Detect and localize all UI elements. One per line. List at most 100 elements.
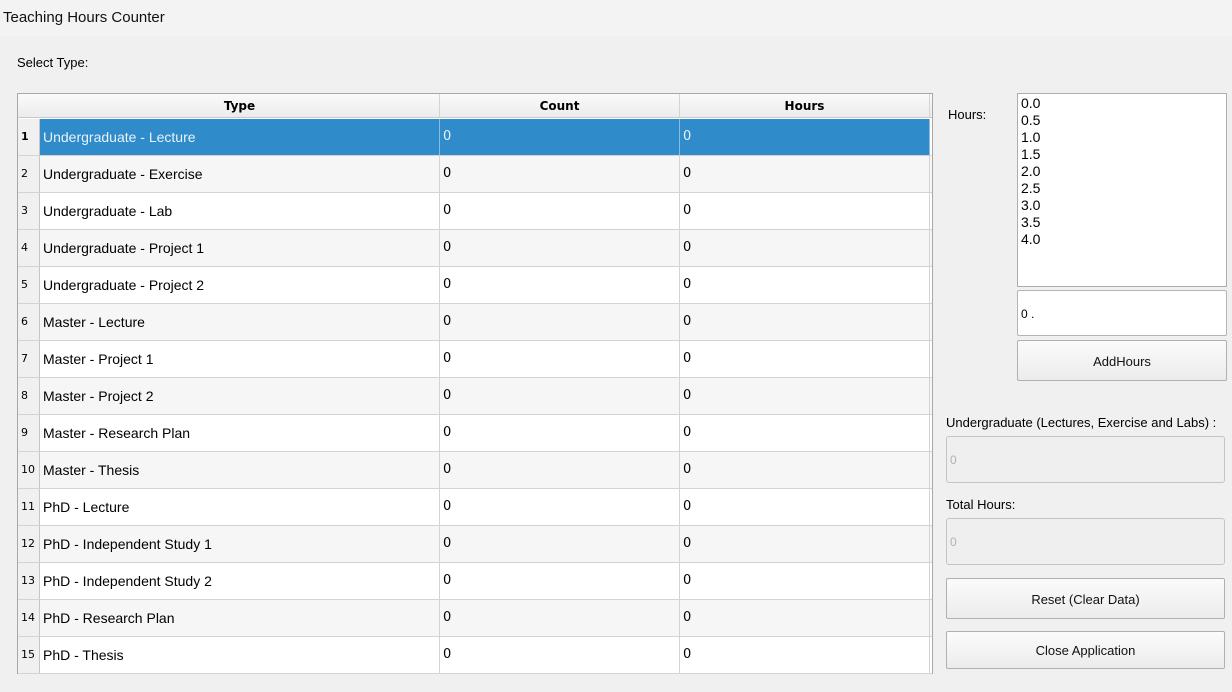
cell-type[interactable]: PhD - Independent Study 1	[40, 526, 440, 562]
cell-count[interactable]: 0	[440, 526, 680, 562]
row-number: 3	[18, 193, 40, 229]
table-row[interactable]: 8Master - Project 200	[18, 378, 932, 415]
cell-hours[interactable]: 0	[680, 600, 930, 636]
reset-button[interactable]: Reset (Clear Data)	[946, 578, 1225, 619]
cell-hours[interactable]: 0	[680, 230, 930, 266]
cell-type[interactable]: PhD - Lecture	[40, 489, 440, 525]
cell-count[interactable]: 0	[440, 415, 680, 451]
cell-hours[interactable]: 0	[680, 526, 930, 562]
cell-type[interactable]: Undergraduate - Project 2	[40, 267, 440, 303]
cell-hours[interactable]: 0	[680, 637, 930, 673]
column-header-type[interactable]: Type	[40, 94, 440, 118]
row-number: 1	[18, 119, 40, 155]
cell-hours[interactable]: 0	[680, 452, 930, 488]
cell-hours[interactable]: 0	[680, 156, 930, 192]
add-hours-button[interactable]: AddHours	[1017, 340, 1227, 381]
cell-count[interactable]: 0	[440, 637, 680, 673]
row-number: 6	[18, 304, 40, 340]
row-number: 8	[18, 378, 40, 414]
select-type-label: Select Type:	[17, 55, 88, 70]
row-number: 10	[18, 452, 40, 488]
cell-hours[interactable]: 0	[680, 304, 930, 340]
cell-count[interactable]: 0	[440, 230, 680, 266]
row-number: 5	[18, 267, 40, 303]
table-row[interactable]: 9Master - Research Plan00	[18, 415, 932, 452]
hours-option[interactable]: 1.0	[1021, 129, 1223, 146]
table-row[interactable]: 1Undergraduate - Lecture00	[18, 119, 932, 156]
cell-hours[interactable]: 0	[680, 119, 930, 155]
table-row[interactable]: 12PhD - Independent Study 100	[18, 526, 932, 563]
row-number: 12	[18, 526, 40, 562]
table-row[interactable]: 7Master - Project 100	[18, 341, 932, 378]
title-bar: Teaching Hours Counter	[0, 0, 1232, 36]
row-number: 15	[18, 637, 40, 673]
total-hours-field: 0	[946, 518, 1225, 565]
table-row[interactable]: 10Master - Thesis00	[18, 452, 932, 489]
hours-option[interactable]: 0.5	[1021, 112, 1223, 129]
table-row[interactable]: 13PhD - Independent Study 200	[18, 563, 932, 600]
hours-option[interactable]: 2.0	[1021, 163, 1223, 180]
cell-hours[interactable]: 0	[680, 563, 930, 599]
cell-count[interactable]: 0	[440, 119, 680, 155]
cell-hours[interactable]: 0	[680, 193, 930, 229]
cell-type[interactable]: Master - Thesis	[40, 452, 440, 488]
table-header: Type Count Hours	[18, 94, 932, 118]
cell-count[interactable]: 0	[440, 193, 680, 229]
row-number: 4	[18, 230, 40, 266]
total-hours-label: Total Hours:	[946, 497, 1015, 512]
hours-listbox[interactable]: 0.00.51.01.52.02.53.03.54.0	[1017, 93, 1227, 287]
undergraduate-hours-label: Undergraduate (Lectures, Exercise and La…	[946, 415, 1216, 430]
column-header-count[interactable]: Count	[440, 94, 680, 118]
cell-type[interactable]: PhD - Thesis	[40, 637, 440, 673]
hours-option[interactable]: 1.5	[1021, 146, 1223, 163]
row-number: 13	[18, 563, 40, 599]
cell-type[interactable]: Master - Lecture	[40, 304, 440, 340]
table-row[interactable]: 11PhD - Lecture00	[18, 489, 932, 526]
hours-input[interactable]: 0 .	[1017, 290, 1227, 336]
cell-hours[interactable]: 0	[680, 267, 930, 303]
cell-count[interactable]: 0	[440, 600, 680, 636]
cell-type[interactable]: Undergraduate - Lecture	[40, 119, 440, 155]
column-header-hours[interactable]: Hours	[680, 94, 930, 118]
cell-hours[interactable]: 0	[680, 341, 930, 377]
cell-type[interactable]: Undergraduate - Project 1	[40, 230, 440, 266]
cell-type[interactable]: Master - Research Plan	[40, 415, 440, 451]
cell-hours[interactable]: 0	[680, 489, 930, 525]
table-row[interactable]: 2Undergraduate - Exercise00	[18, 156, 932, 193]
hours-label: Hours:	[948, 107, 986, 122]
row-number: 2	[18, 156, 40, 192]
row-number: 11	[18, 489, 40, 525]
cell-type[interactable]: Undergraduate - Exercise	[40, 156, 440, 192]
cell-count[interactable]: 0	[440, 267, 680, 303]
cell-type[interactable]: PhD - Research Plan	[40, 600, 440, 636]
table-row[interactable]: 14PhD - Research Plan00	[18, 600, 932, 637]
cell-type[interactable]: Undergraduate - Lab	[40, 193, 440, 229]
row-number: 9	[18, 415, 40, 451]
row-number: 14	[18, 600, 40, 636]
hours-option[interactable]: 2.5	[1021, 180, 1223, 197]
cell-count[interactable]: 0	[440, 563, 680, 599]
table-row[interactable]: 5Undergraduate - Project 200	[18, 267, 932, 304]
cell-count[interactable]: 0	[440, 341, 680, 377]
cell-count[interactable]: 0	[440, 378, 680, 414]
close-application-button[interactable]: Close Application	[946, 631, 1225, 669]
cell-count[interactable]: 0	[440, 304, 680, 340]
hours-option[interactable]: 4.0	[1021, 231, 1223, 248]
table-row[interactable]: 15PhD - Thesis00	[18, 637, 932, 674]
cell-type[interactable]: Master - Project 1	[40, 341, 440, 377]
table-row[interactable]: 3Undergraduate - Lab00	[18, 193, 932, 230]
cell-count[interactable]: 0	[440, 489, 680, 525]
hours-option[interactable]: 3.5	[1021, 214, 1223, 231]
hours-option[interactable]: 3.0	[1021, 197, 1223, 214]
cell-count[interactable]: 0	[440, 452, 680, 488]
teaching-types-table[interactable]: Type Count Hours 1Undergraduate - Lectur…	[17, 93, 933, 674]
undergraduate-hours-field: 0	[946, 436, 1225, 483]
cell-type[interactable]: PhD - Independent Study 2	[40, 563, 440, 599]
hours-option[interactable]: 0.0	[1021, 95, 1223, 112]
cell-hours[interactable]: 0	[680, 415, 930, 451]
cell-hours[interactable]: 0	[680, 378, 930, 414]
table-row[interactable]: 6Master - Lecture00	[18, 304, 932, 341]
table-row[interactable]: 4Undergraduate - Project 100	[18, 230, 932, 267]
cell-type[interactable]: Master - Project 2	[40, 378, 440, 414]
cell-count[interactable]: 0	[440, 156, 680, 192]
